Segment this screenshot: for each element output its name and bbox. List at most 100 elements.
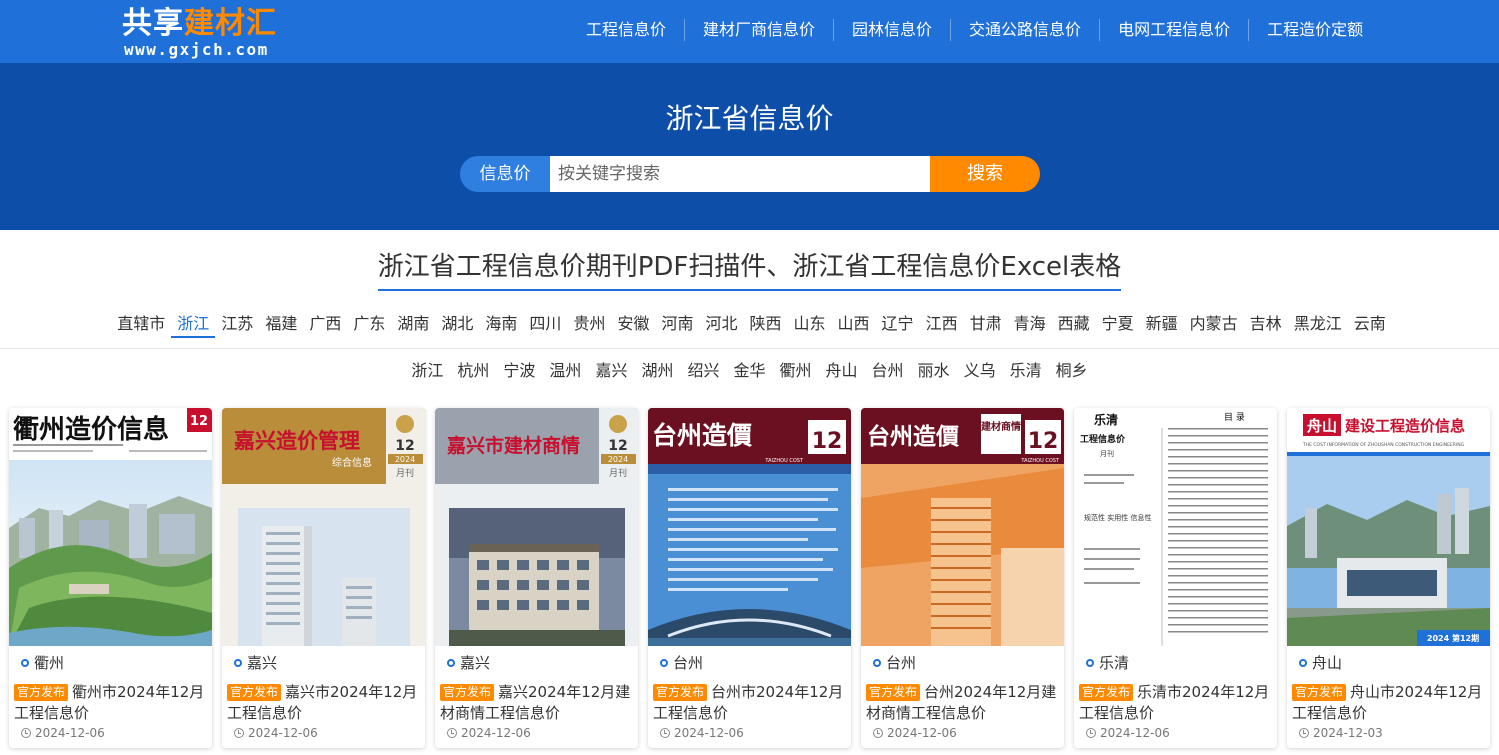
province-filter-item[interactable]: 甘肃 <box>964 312 1008 338</box>
main-nav: 工程信息价 建材厂商信息价 园林信息价 交通公路信息价 电网工程信息价 工程造价… <box>568 0 1381 60</box>
site-logo[interactable]: 共享建材汇 www.gxjch.com <box>120 4 300 60</box>
city-filter-item[interactable]: 温州 <box>542 359 588 383</box>
nav-item-engineering-price[interactable]: 工程信息价 <box>568 19 686 41</box>
cover-image-quzhou: 12 衢州造价信息 <box>9 408 212 646</box>
province-filter-item[interactable]: 黑龙江 <box>1288 312 1348 338</box>
card-title[interactable]: 官方发布 嘉兴市2024年12月工程信息价 <box>227 682 422 724</box>
card-city: 台州 <box>873 652 916 673</box>
province-filter-item[interactable]: 浙江 <box>171 312 216 338</box>
cover-toc-heading: 目 录 <box>1224 412 1245 423</box>
card-title[interactable]: 官方发布 衢州市2024年12月工程信息价 <box>14 682 209 724</box>
province-filter-item[interactable]: 河南 <box>655 312 699 338</box>
publication-card[interactable]: 台州造價 建材商情 12 TAIZHOU COST 台州 官方发布 台州2024年… <box>861 408 1064 748</box>
publication-card[interactable]: 台州造價 12 TAIZHOU COST 台州 官方发布 台州市2024年12月工… <box>648 408 851 748</box>
province-filter-item[interactable]: 河北 <box>699 312 743 338</box>
province-filter-item[interactable]: 福建 <box>259 312 303 338</box>
card-city-label: 嘉兴 <box>247 654 278 672</box>
publication-card[interactable]: 12 衢州造价信息 衢州 官方发布 衢州市2024年12月工程信息价 2024-… <box>9 408 212 748</box>
city-filter-item[interactable]: 杭州 <box>450 359 496 383</box>
province-filter-item[interactable]: 陕西 <box>744 312 788 338</box>
card-city: 台州 <box>660 652 703 673</box>
nav-item-manufacturer-price[interactable]: 建材厂商信息价 <box>685 19 835 41</box>
city-filter-item[interactable]: 台州 <box>865 359 911 383</box>
card-city: 舟山 <box>1299 652 1342 673</box>
location-dot-icon <box>1086 658 1094 667</box>
province-filter-item[interactable]: 江苏 <box>215 312 259 338</box>
province-filter-item[interactable]: 山东 <box>788 312 832 338</box>
city-filter-item[interactable]: 金华 <box>726 359 772 383</box>
card-date-text: 2024-12-06 <box>887 726 957 740</box>
province-filter-item[interactable]: 西藏 <box>1052 312 1096 338</box>
section-heading: 浙江省工程信息价期刊PDF扫描件、浙江省工程信息价Excel表格 <box>0 246 1499 291</box>
city-filter-item[interactable]: 嘉兴 <box>588 359 634 383</box>
search-type-selector[interactable]: 信息价 <box>460 156 550 192</box>
province-filter-item[interactable]: 直辖市 <box>111 312 171 338</box>
nav-item-power-grid-price[interactable]: 电网工程信息价 <box>1100 19 1250 41</box>
city-filter-item[interactable]: 湖州 <box>634 359 680 383</box>
province-filter-item[interactable]: 云南 <box>1348 312 1392 338</box>
location-dot-icon <box>1299 658 1307 667</box>
province-filter-item[interactable]: 湖南 <box>391 312 435 338</box>
province-filter-item[interactable]: 青海 <box>1008 312 1052 338</box>
clock-icon <box>1086 728 1096 738</box>
official-badge: 官方发布 <box>866 684 921 701</box>
cover-subtitle-text: 建材商情 <box>980 420 1021 433</box>
province-filter-item[interactable]: 宁夏 <box>1096 312 1140 338</box>
publication-card[interactable]: 乐清 工程信息价 月刊 目 录 规范性 实用性 信息性 乐清 官方发布 乐清市20… <box>1074 408 1277 748</box>
clock-icon <box>234 728 244 738</box>
clock-icon <box>1299 728 1309 738</box>
province-filter-item[interactable]: 海南 <box>479 312 523 338</box>
province-filter: 直辖市 浙江 江苏 福建 广西 广东 湖南 湖北 海南 四川 贵州 安徽 河南 河北 陕西 山东 山西 辽宁 江西甘… <box>0 312 1499 338</box>
publication-card[interactable]: 嘉兴市建材商情 12 2024 月刊 嘉兴 官方发布 嘉兴2024年12月建材商… <box>435 408 638 748</box>
city-filter-item[interactable]: 浙江 <box>404 359 450 383</box>
city-filter-item[interactable]: 衢州 <box>773 359 819 383</box>
province-filter-item[interactable]: 广西 <box>303 312 347 338</box>
province-filter-item[interactable]: 广东 <box>347 312 391 338</box>
card-title[interactable]: 官方发布 台州市2024年12月工程信息价 <box>653 682 848 724</box>
province-filter-item[interactable]: 吉林 <box>1244 312 1288 338</box>
card-title[interactable]: 官方发布 舟山市2024年12月工程信息价 <box>1292 682 1487 724</box>
location-dot-icon <box>234 658 242 667</box>
nav-item-cost-quota[interactable]: 工程造价定额 <box>1249 19 1381 41</box>
cover-title-text: 乐清 <box>1094 412 1118 427</box>
card-title[interactable]: 官方发布 台州2024年12月建材商情工程信息价 <box>866 682 1061 724</box>
section-title-text: 浙江省工程信息价期刊PDF扫描件、浙江省工程信息价Excel表格 <box>377 246 1122 291</box>
province-filter-item[interactable]: 四川 <box>523 312 567 338</box>
nav-item-highway-price[interactable]: 交通公路信息价 <box>951 19 1101 41</box>
city-filter-item[interactable]: 宁波 <box>496 359 542 383</box>
province-filter-item[interactable]: 湖北 <box>435 312 479 338</box>
city-filter-item[interactable]: 丽水 <box>911 359 957 383</box>
cover-subtitle-text: 综合信息 <box>332 456 372 469</box>
cover-tags-text: 规范性 实用性 信息性 <box>1084 513 1151 522</box>
city-filter-item[interactable]: 绍兴 <box>680 359 726 383</box>
province-filter-item[interactable]: 安徽 <box>611 312 655 338</box>
page-title: 浙江省信息价 <box>665 102 834 135</box>
province-filter-item[interactable]: 山西 <box>832 312 876 338</box>
province-filter-item[interactable]: 内蒙古 <box>1184 312 1244 338</box>
publication-card[interactable]: 舟山 建设工程造价信息 THE COST INFORMATION OF ZHOU… <box>1287 408 1490 748</box>
city-filter-item[interactable]: 乐清 <box>1003 359 1049 383</box>
search-input[interactable] <box>550 156 930 192</box>
card-title[interactable]: 官方发布 乐清市2024年12月工程信息价 <box>1079 682 1274 724</box>
card-city: 乐清 <box>1086 652 1129 673</box>
city-filter-item[interactable]: 舟山 <box>819 359 865 383</box>
publication-card[interactable]: 嘉兴造价管理 综合信息 12 2024 月刊 嘉兴 官方发布 嘉兴市2024年12… <box>222 408 425 748</box>
city-filter-item[interactable]: 桐乡 <box>1049 359 1095 383</box>
search-button[interactable]: 搜索 <box>930 156 1040 192</box>
filter-divider <box>0 348 1499 349</box>
province-filter-item[interactable]: 贵州 <box>567 312 611 338</box>
cover-image-jiaxing: 嘉兴造价管理 综合信息 12 2024 月刊 <box>222 408 425 646</box>
cover-issue-number: 12 <box>395 438 414 454</box>
card-date: 2024-12-06 <box>447 726 531 740</box>
card-date: 2024-12-06 <box>1086 726 1170 740</box>
city-filter-item[interactable]: 义乌 <box>957 359 1003 383</box>
nav-item-landscape-price[interactable]: 园林信息价 <box>834 19 952 41</box>
province-filter-item[interactable]: 辽宁 <box>876 312 920 338</box>
card-title[interactable]: 官方发布 嘉兴2024年12月建材商情工程信息价 <box>440 682 635 724</box>
official-badge: 官方发布 <box>1079 684 1134 701</box>
province-filter-item[interactable]: 新疆 <box>1140 312 1184 338</box>
official-badge: 官方发布 <box>440 684 495 701</box>
city-filter: 浙江 杭州 宁波 温州 嘉兴 湖州 绍兴 金华 衢州 舟山 台州 丽水 义乌 乐清 桐乡 <box>0 359 1499 383</box>
cover-image-taizhou-materials: 台州造價 建材商情 12 TAIZHOU COST <box>861 408 1064 646</box>
province-filter-item[interactable]: 江西 <box>920 312 964 338</box>
